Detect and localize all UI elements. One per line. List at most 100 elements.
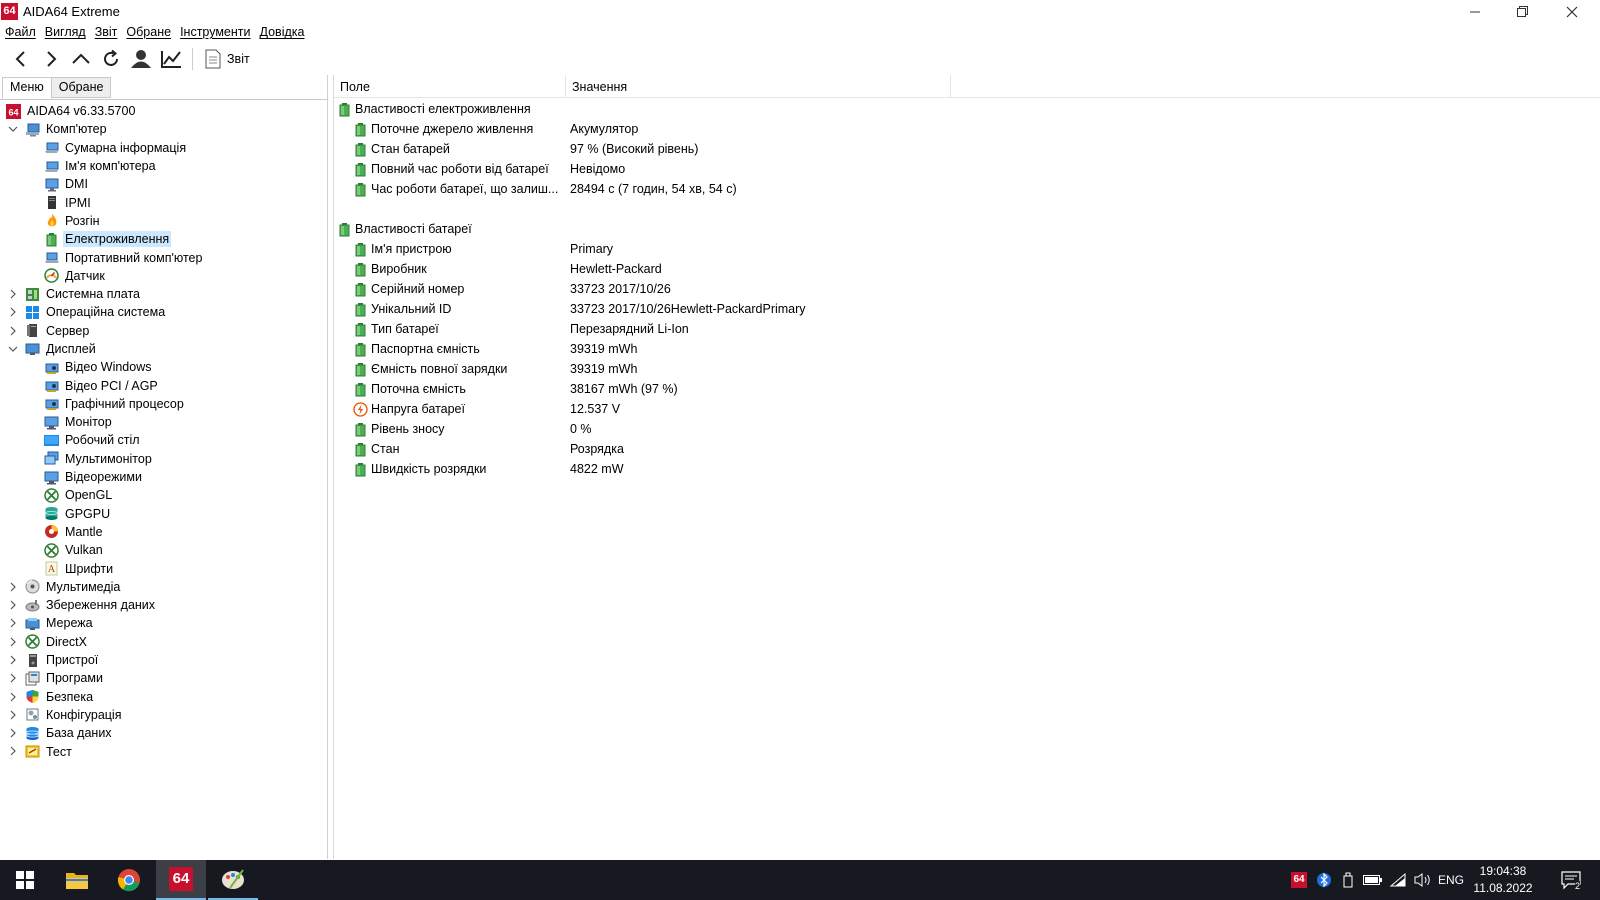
tree-item[interactable]: Монітор [0, 413, 327, 431]
tree-item[interactable]: Графічний процесор [0, 395, 327, 413]
tree-item[interactable]: Ім'я комп'ютера [0, 157, 327, 175]
detail-row[interactable]: Напруга батареї 12.537 V [334, 399, 1600, 419]
tree-collapse-chevron-icon[interactable] [7, 342, 19, 356]
forward-button[interactable] [36, 46, 66, 72]
detail-row[interactable]: Швидкість розрядки 4822 mW [334, 459, 1600, 479]
tree-expand-chevron-icon[interactable] [7, 744, 19, 758]
detail-row[interactable]: Ім'я пристрою Primary [334, 239, 1600, 259]
detail-row[interactable]: Паспортна ємність 39319 mWh [334, 339, 1600, 359]
detail-row[interactable]: Рівень зносу 0 % [334, 419, 1600, 439]
tree-expand-chevron-icon[interactable] [7, 635, 19, 649]
tree-item[interactable]: Датчик [0, 267, 327, 285]
user-button[interactable] [126, 46, 156, 72]
tray-aida64[interactable]: 64 [1287, 860, 1311, 900]
menu-favorites[interactable]: Обране [124, 24, 178, 43]
tree-item[interactable]: Електроживлення [0, 230, 327, 248]
tree-item[interactable]: DMI [0, 175, 327, 193]
detail-row[interactable]: Серійний номер 33723 2017/10/26 [334, 279, 1600, 299]
tree-item[interactable]: Збереження даних [0, 596, 327, 614]
tree-expand-chevron-icon[interactable] [7, 616, 19, 630]
tree-item[interactable]: Програми [0, 669, 327, 687]
tree-item[interactable]: Відео PCI / AGP [0, 376, 327, 394]
column-header-field[interactable]: Поле [334, 75, 566, 98]
tree-item[interactable]: Системна плата [0, 285, 327, 303]
tree-item[interactable]: Пристрої [0, 651, 327, 669]
tree-item[interactable]: Робочий стіл [0, 431, 327, 449]
tree-item[interactable]: Відеорежими [0, 468, 327, 486]
tree-item[interactable]: Портативний комп'ютер [0, 248, 327, 266]
refresh-button[interactable] [96, 46, 126, 72]
notification-center-button[interactable]: 2 [1552, 860, 1592, 900]
start-button[interactable] [0, 860, 50, 900]
minimize-button[interactable] [1452, 0, 1498, 23]
tree-expand-chevron-icon[interactable] [7, 690, 19, 704]
detail-row[interactable]: Час роботи батареї, що залиш... 28494 с (… [334, 179, 1600, 199]
tree-item[interactable]: A Шрифти [0, 559, 327, 577]
tray-bluetooth[interactable] [1312, 860, 1336, 900]
detail-row[interactable]: Поточне джерело живлення Акумулятор [334, 119, 1600, 139]
detail-row[interactable]: Тип батареї Перезарядний Li-Ion [334, 319, 1600, 339]
tree-item[interactable]: 64 AIDA64 v6.33.5700 [0, 102, 327, 120]
restore-button[interactable] [1500, 0, 1546, 23]
detail-row[interactable]: Повний час роботи від батареї Невідомо [334, 159, 1600, 179]
tree-item[interactable]: Vulkan [0, 541, 327, 559]
menu-report[interactable]: Звіт [93, 24, 125, 43]
tree-item[interactable]: Розгін [0, 212, 327, 230]
tray-battery[interactable] [1360, 860, 1386, 900]
tree-item[interactable]: Відео Windows [0, 358, 327, 376]
close-button[interactable] [1549, 0, 1595, 23]
tree-item[interactable]: DirectX [0, 633, 327, 651]
tree-expand-chevron-icon[interactable] [7, 580, 19, 594]
tree-item[interactable]: IPMI [0, 193, 327, 211]
tree-expand-chevron-icon[interactable] [7, 598, 19, 612]
tray-language[interactable]: ENG [1436, 860, 1466, 900]
menu-tools[interactable]: Інструменти [178, 24, 257, 43]
section-header[interactable]: Властивості батареї [334, 219, 1600, 239]
tree-item[interactable]: Комп'ютер [0, 120, 327, 138]
detail-row[interactable]: Ємність повної зарядки 39319 mWh [334, 359, 1600, 379]
tree-item[interactable]: Безпека [0, 688, 327, 706]
tree-item[interactable]: Дисплей [0, 340, 327, 358]
menu-file[interactable]: Файл [3, 24, 43, 43]
tree-item[interactable]: Сервер [0, 322, 327, 340]
tab-menu[interactable]: Меню [2, 77, 52, 99]
report-button[interactable]: Звіт [199, 46, 256, 72]
back-button[interactable] [6, 46, 36, 72]
tree-expand-chevron-icon[interactable] [7, 653, 19, 667]
tab-favorites[interactable]: Обране [50, 77, 112, 98]
section-header[interactable]: Властивості електроживлення [334, 99, 1600, 119]
tray-wifi[interactable] [1386, 860, 1410, 900]
tray-usb[interactable] [1336, 860, 1360, 900]
menu-view[interactable]: Вигляд [43, 24, 93, 43]
tray-volume[interactable] [1410, 860, 1436, 900]
tree-item[interactable]: База даних [0, 724, 327, 742]
tree-item[interactable]: Мультимедіа [0, 578, 327, 596]
tree-item[interactable]: OpenGL [0, 486, 327, 504]
taskbar-chrome[interactable] [104, 860, 154, 900]
tree-expand-chevron-icon[interactable] [7, 287, 19, 301]
column-header-value[interactable]: Значення [566, 75, 951, 98]
tree-expand-chevron-icon[interactable] [7, 305, 19, 319]
tree-item[interactable]: Тест [0, 742, 327, 760]
tree-item[interactable]: Конфігурація [0, 706, 327, 724]
detail-row[interactable]: Поточна ємність 38167 mWh (97 %) [334, 379, 1600, 399]
detail-row[interactable]: Стан Розрядка [334, 439, 1600, 459]
taskbar-aida64[interactable]: 64 [156, 860, 206, 900]
chart-button[interactable] [156, 46, 186, 72]
tree-item[interactable]: Мережа [0, 614, 327, 632]
tree-item[interactable]: Мультимонітор [0, 450, 327, 468]
tree-item[interactable]: Операційна система [0, 303, 327, 321]
tree-item[interactable]: Mantle [0, 523, 327, 541]
tree-expand-chevron-icon[interactable] [7, 726, 19, 740]
taskbar-file-explorer[interactable] [52, 860, 102, 900]
detail-row[interactable]: Виробник Hewlett-Packard [334, 259, 1600, 279]
tree-collapse-chevron-icon[interactable] [7, 122, 19, 136]
tree-expand-chevron-icon[interactable] [7, 708, 19, 722]
detail-row[interactable]: Унікальний ID 33723 2017/10/26Hewlett-Pac… [334, 299, 1600, 319]
tree-expand-chevron-icon[interactable] [7, 671, 19, 685]
tree-expand-chevron-icon[interactable] [7, 324, 19, 338]
taskbar-clock[interactable]: 19:04:38 11.08.2022 [1466, 863, 1540, 897]
detail-row[interactable]: Стан батарей 97 % (Високий рівень) [334, 139, 1600, 159]
menu-help[interactable]: Довідка [258, 24, 312, 43]
tree-item[interactable]: Сумарна інформація [0, 139, 327, 157]
